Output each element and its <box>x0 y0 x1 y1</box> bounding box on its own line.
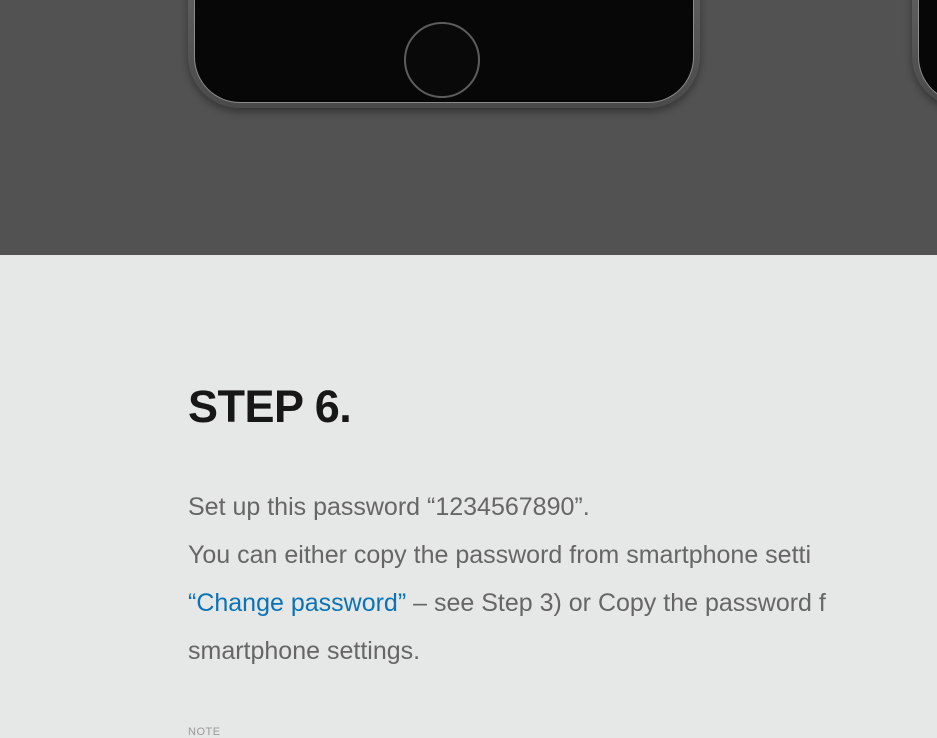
step-instruction-line-3: “Change password” – see Step 3) or Copy … <box>188 579 937 627</box>
smartphone-image-partial <box>912 0 937 108</box>
home-button-icon <box>404 22 480 98</box>
smartphone-image <box>188 0 700 108</box>
change-password-link[interactable]: “Change password” <box>188 589 406 617</box>
step-instruction-line-4: smartphone settings. <box>188 637 421 665</box>
phone-screen-partial <box>918 0 937 103</box>
step-instruction-line-1: Set up this password “1234567890”. <box>188 493 590 521</box>
step-instruction-line-3-rest: – see Step 3) or Copy the password f <box>406 589 826 617</box>
step-title: STEP 6. <box>188 381 352 432</box>
step-instruction-line-2: You can either copy the password from sm… <box>188 541 812 569</box>
note-label: NOTE <box>188 726 221 738</box>
hero-banner <box>0 0 937 255</box>
